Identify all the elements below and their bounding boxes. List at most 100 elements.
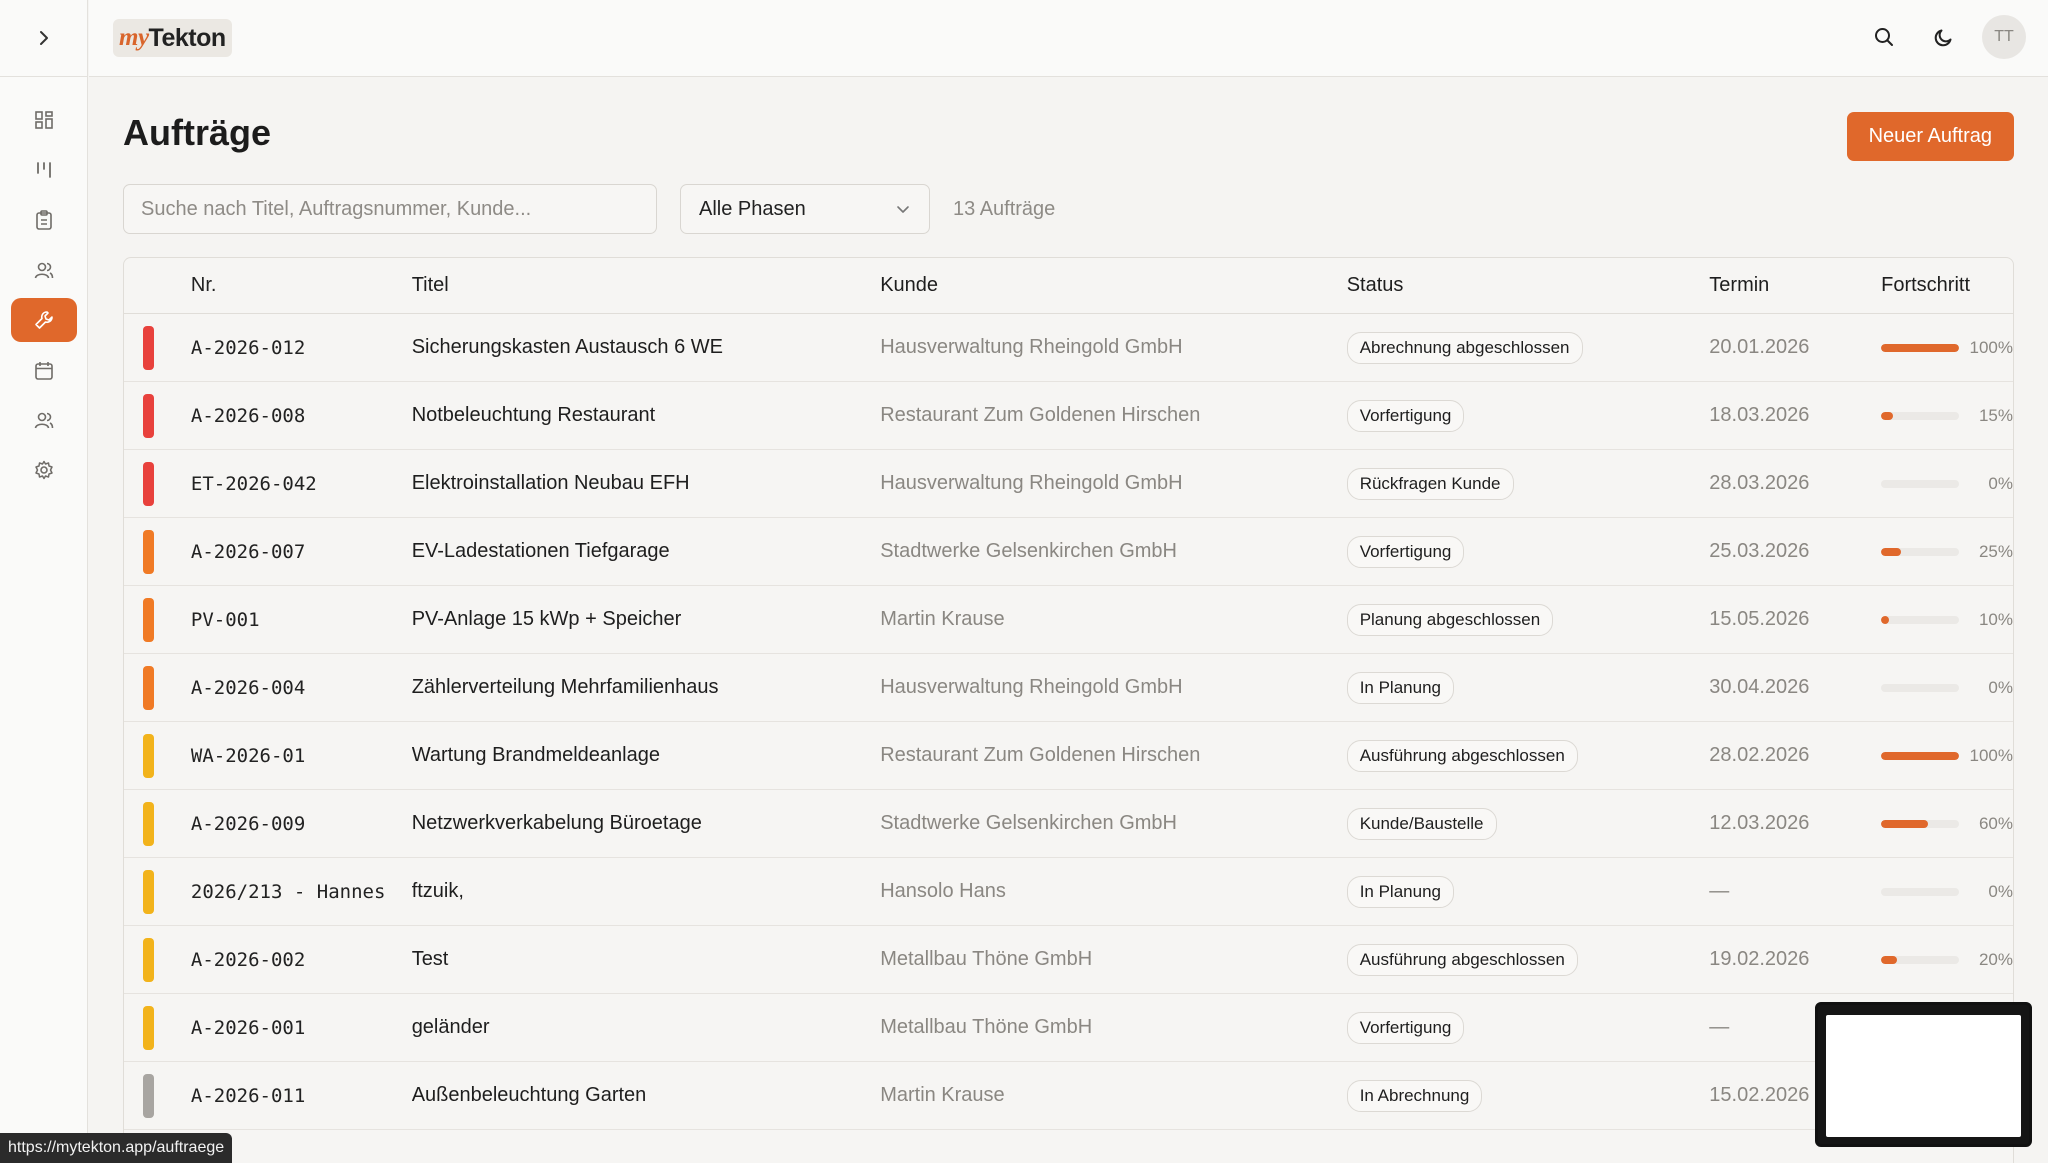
progress-cell: 0% — [1881, 678, 2013, 698]
dark-mode-toggle[interactable] — [1922, 15, 1966, 59]
search-input[interactable] — [123, 184, 657, 234]
order-date: 30.04.2026 — [1709, 676, 1810, 698]
table-row[interactable]: ET-2026-042 Elektroinstallation Neubau EF… — [124, 450, 2013, 518]
priority-indicator — [142, 1073, 154, 1118]
priority-indicator — [142, 937, 154, 982]
table-row[interactable]: PV-001 PV-Anlage 15 kWp + Speicher Martin … — [124, 586, 2013, 654]
order-date: 25.03.2026 — [1709, 540, 1810, 562]
order-customer: Hansolo Hans — [880, 880, 1006, 902]
table-row[interactable]: A-2026-007 EV-Ladestationen Tiefgarage Sta… — [124, 518, 2013, 586]
progress-percent: 60% — [1978, 813, 2013, 833]
progress-cell: 15% — [1881, 406, 2013, 426]
progress-bar — [1881, 547, 1960, 556]
progress-percent: 25% — [1978, 541, 2013, 561]
order-number: A-2026-002 — [190, 948, 306, 971]
order-title: PV-Anlage 15 kWp + Speicher — [411, 608, 682, 630]
order-number: ET-2026-042 — [190, 472, 317, 495]
progress-cell: 60% — [1881, 814, 2013, 834]
order-title: Außenbeleuchtung Garten — [411, 1084, 647, 1106]
order-title: Sicherungskasten Austausch 6 WE — [411, 336, 723, 358]
sidebar-item-dashboard[interactable] — [11, 98, 77, 142]
order-customer: Hausverwaltung Rheingold GmbH — [880, 336, 1183, 358]
column-termin[interactable]: Termin — [1709, 274, 1881, 297]
progress-fill — [1881, 615, 1889, 624]
priority-indicator — [142, 597, 154, 642]
progress-bar — [1881, 955, 1960, 964]
status-badge: Vorfertigung — [1346, 535, 1465, 568]
progress-bar — [1881, 683, 1960, 692]
new-order-button[interactable]: Neuer Auftrag — [1846, 112, 2014, 161]
order-customer: Restaurant Zum Goldenen Hirschen — [880, 404, 1201, 426]
table-row[interactable]: A-2026-012 Sicherungskasten Austausch 6 W… — [124, 314, 2013, 382]
progress-percent: 10% — [1978, 609, 2013, 629]
phase-filter-select[interactable]: Alle Phasen — [680, 184, 930, 234]
priority-indicator — [142, 393, 154, 438]
calendar-icon — [35, 362, 53, 380]
status-badge: Vorfertigung — [1346, 1011, 1465, 1044]
search-button[interactable] — [1862, 15, 1906, 59]
settings-icon — [35, 460, 53, 480]
sidebar-item-wrench[interactable] — [11, 298, 77, 342]
board-icon — [37, 162, 51, 178]
order-customer: Hausverwaltung Rheingold GmbH — [880, 676, 1183, 698]
progress-fill — [1881, 751, 1960, 760]
progress-fill — [1881, 547, 1901, 556]
progress-fill — [1881, 343, 1960, 352]
order-count: 13 Aufträge — [953, 198, 1056, 220]
status-badge: Kunde/Baustelle — [1346, 807, 1497, 840]
order-title: Notbeleuchtung Restaurant — [411, 404, 656, 426]
wrench-icon — [35, 311, 53, 329]
progress-cell: 0% — [1881, 882, 2013, 902]
sidebar-item-settings[interactable] — [11, 448, 77, 492]
priority-indicator — [142, 665, 154, 710]
progress-bar — [1881, 751, 1960, 760]
orders-table: Nr. Titel Kunde Status Termin Fortschrit… — [123, 257, 2014, 1163]
order-title: EV-Ladestationen Tiefgarage — [411, 540, 670, 562]
sidebar-item-team[interactable] — [11, 398, 77, 442]
screen-preview-thumbnail[interactable] — [1815, 1002, 2032, 1147]
column-nr[interactable]: Nr. — [191, 274, 412, 297]
progress-cell: 100% — [1881, 746, 2013, 766]
sidebar-item-clipboard[interactable] — [11, 198, 77, 242]
clipboard-icon — [36, 210, 52, 230]
table-row[interactable]: A-2026-004 Zählerverteilung Mehrfamilienh… — [124, 654, 2013, 722]
column-titel[interactable]: Titel — [412, 274, 881, 297]
order-date: 28.02.2026 — [1709, 744, 1810, 766]
table-row[interactable]: 2026/213 - Hannes ftzuik, Hansolo Hans In P… — [124, 858, 2013, 926]
table-row[interactable]: A-2026-002 Test Metallbau Thöne GmbH Ausfüh… — [124, 926, 2013, 994]
chevron-right-icon — [40, 31, 48, 45]
order-title: Elektroinstallation Neubau EFH — [411, 472, 690, 494]
order-number: A-2026-008 — [190, 404, 306, 427]
order-date: 12.03.2026 — [1709, 812, 1810, 834]
progress-percent: 100% — [1969, 745, 2013, 765]
column-status[interactable]: Status — [1347, 274, 1710, 297]
progress-fill — [1881, 955, 1897, 964]
order-customer: Martin Krause — [880, 1084, 1005, 1106]
user-avatar[interactable]: TT — [1982, 15, 2026, 59]
order-number: 2026/213 - Hannes — [190, 880, 386, 903]
progress-percent: 100% — [1969, 337, 2013, 357]
column-kunde[interactable]: Kunde — [880, 274, 1347, 297]
top-header: my Tekton TT — [89, 0, 2048, 77]
chevron-down-icon — [897, 206, 909, 213]
expand-sidebar-button[interactable] — [0, 0, 88, 77]
sidebar-item-board[interactable] — [11, 148, 77, 192]
page-title: Aufträge — [123, 112, 272, 153]
progress-cell: 0% — [1881, 474, 2013, 494]
table-row[interactable]: A-2026-008 Notbeleuchtung Restaurant Resta… — [124, 382, 2013, 450]
table-row[interactable]: A-2026-011 Außenbeleuchtung Garten Martin … — [124, 1062, 2013, 1130]
sidebar-item-calendar[interactable] — [11, 348, 77, 392]
order-customer: Martin Krause — [880, 608, 1005, 630]
status-badge: Ausführung abgeschlossen — [1346, 943, 1578, 976]
table-row[interactable]: WA-2026-01 Wartung Brandmeldeanlage Restau… — [124, 722, 2013, 790]
sidebar-item-customers[interactable] — [11, 248, 77, 292]
table-row[interactable]: A-2026-001 geländer Metallbau Thöne GmbH Vo… — [124, 994, 2013, 1062]
priority-indicator — [142, 1005, 154, 1050]
order-date: 28.03.2026 — [1709, 472, 1810, 494]
progress-percent: 0% — [1988, 677, 2013, 697]
column-fortschritt[interactable]: Fortschritt — [1881, 274, 2013, 297]
status-badge: In Abrechnung — [1346, 1079, 1483, 1112]
order-number: A-2026-009 — [190, 812, 306, 835]
table-row[interactable]: A-2026-009 Netzwerkverkabelung Büroetage S… — [124, 790, 2013, 858]
app-logo[interactable]: my Tekton — [113, 19, 232, 57]
